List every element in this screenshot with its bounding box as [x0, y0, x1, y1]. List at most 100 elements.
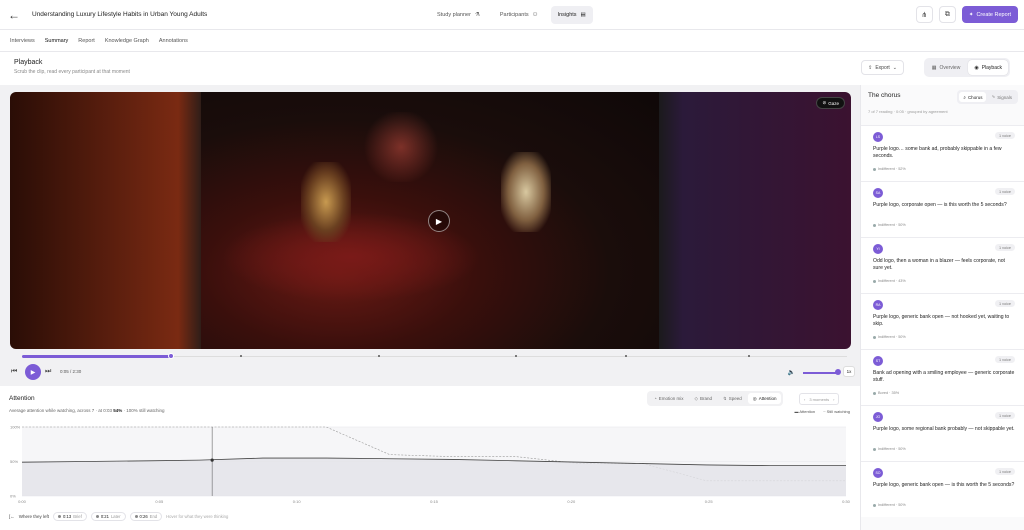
chevron-right-icon[interactable]: ›: [833, 397, 834, 402]
chevron-left-icon[interactable]: ‹: [804, 397, 805, 402]
quote-text: Odd logo, then a woman in a blazer — fee…: [873, 258, 1005, 272]
quote-text: Bank ad opening with a smiling employee …: [873, 370, 1015, 384]
study-title: Understanding Luxury Lifestyle Habits in…: [32, 11, 208, 18]
lens-brand[interactable]: ◇ Brand: [689, 393, 716, 404]
avatar: LS: [873, 132, 883, 142]
chorus-card[interactable]: JO 1 voice Purple logo, some regional bank…: [861, 405, 1024, 461]
sentiment-meta: Indifferent · 43%: [873, 279, 906, 283]
skip-forward-icon[interactable]: ⏭: [45, 368, 51, 376]
scene-light: [361, 112, 441, 182]
legend-attention: ▬ Attention: [794, 409, 816, 414]
volume-icon[interactable]: 🔈: [788, 369, 795, 376]
copy-icon[interactable]: ⧉: [938, 6, 956, 23]
play-button[interactable]: ▶: [25, 364, 41, 380]
dot-icon: [873, 223, 876, 227]
mode-switch: ▦ Overview ◉ Playback: [923, 58, 1010, 77]
sentiment-meta: Bored · 35%: [873, 391, 899, 395]
tab-knowledge-graph[interactable]: Knowledge Graph: [105, 38, 149, 44]
create-report-button[interactable]: ✦ Create Report: [961, 6, 1018, 23]
gaze-toggle[interactable]: ⊘ Gaze: [816, 97, 845, 109]
scrubber[interactable]: [22, 353, 847, 359]
video-player[interactable]: ▶ ⊘ Gaze: [10, 92, 851, 349]
chorus-card[interactable]: LS 1 voice Purple logo… some bank ad, prob…: [861, 125, 1024, 181]
moment-marker[interactable]: [378, 355, 380, 357]
dot-icon: [873, 447, 876, 451]
speed-button[interactable]: 1x: [843, 366, 855, 377]
chorus-card[interactable]: SA 1 voice Purple logo, corporate open — i…: [861, 181, 1024, 237]
moment-marker[interactable]: [515, 355, 517, 357]
voice-badge: 1 voice: [994, 300, 1015, 307]
export-button[interactable]: ⇪ Export ⌄: [861, 60, 904, 75]
avatar: YI: [873, 244, 883, 254]
lens-speed[interactable]: ↯ Speed: [718, 393, 747, 404]
section-header: Playback Scrub the clip, read every part…: [0, 52, 1024, 84]
legend-still-watching: ┄ Still watching: [823, 409, 850, 414]
dot-icon: [58, 515, 62, 518]
sentiment-meta: Indifferent · 50%: [873, 223, 906, 227]
back-arrow-icon[interactable]: ←: [0, 8, 28, 22]
moment-marker[interactable]: [748, 355, 750, 357]
moment-marker[interactable]: [625, 355, 627, 357]
chart-legend: ▬ Attention ┄ Still watching: [794, 409, 850, 414]
volume-slider[interactable]: [803, 372, 839, 374]
lens-emotion-mix[interactable]: ◔ Emotion mix: [649, 393, 688, 404]
quote-text: Purple logo, some regional bank probably…: [873, 426, 1015, 432]
chorus-card[interactable]: RA 1 voice Purple logo, generic bank open …: [861, 293, 1024, 349]
play-overlay-icon[interactable]: ▶: [428, 210, 450, 232]
mode-overview[interactable]: ▦ Overview: [926, 60, 967, 75]
playhead-point: [210, 458, 214, 462]
moments-stepper[interactable]: ‹ 3 moments ›: [799, 393, 840, 405]
sentiment-meta: Indifferent · 50%: [873, 335, 906, 339]
chorus-card[interactable]: SO 1 voice Purple logo, generic bank open …: [861, 461, 1024, 517]
speed-icon: ↯: [722, 395, 727, 401]
exit-pill[interactable]: 0:21 Later: [90, 512, 126, 521]
chorus-card[interactable]: YI 1 voice Odd logo, then a woman in a bla…: [861, 237, 1024, 293]
share-icon[interactable]: ⋔: [915, 6, 933, 23]
lens-attention[interactable]: ◎ Attention: [747, 393, 782, 404]
skip-back-icon[interactable]: ⏮: [11, 368, 17, 376]
x-tick-label: 0:25: [705, 499, 714, 504]
tag-icon: ◇: [694, 395, 698, 401]
exit-icon: [←: [9, 514, 15, 519]
scrubber-handle[interactable]: [167, 353, 174, 359]
toggle-chorus[interactable]: ⌕ Chorus: [959, 92, 987, 102]
nav-study-planner[interactable]: Study planner ⚗: [430, 6, 487, 24]
tab-summary[interactable]: Summary: [45, 38, 69, 44]
quote-text: Purple logo, generic bank open — not hoo…: [873, 314, 1010, 328]
chorus-subtitle: 7 of 7 reading · 0:05 · grouped by agree…: [868, 109, 948, 114]
quote-text: Purple logo… some bank ad, probably skip…: [873, 146, 1002, 160]
flask-icon: ⚗: [474, 12, 480, 18]
voice-badge: 1 voice: [994, 244, 1015, 251]
tab-interviews[interactable]: Interviews: [10, 38, 35, 44]
mode-playback[interactable]: ◉ Playback: [968, 60, 1008, 75]
dot-icon: [95, 515, 99, 518]
attention-chart[interactable]: 100% 50% 0%0:00 0:05 0:10 0:15 0:20 0:25 0:30: [0, 419, 860, 511]
toggle-signals[interactable]: ∿ Signals: [987, 92, 1016, 102]
time-readout: 0:05 / 2:30: [60, 369, 82, 374]
chart-icon: ▤: [580, 12, 586, 18]
emotion-icon: ◔: [654, 396, 657, 401]
main-nav: Study planner ⚗ Participants ⚇ Insights ▤: [430, 6, 593, 24]
voice-badge: 1 voice: [994, 188, 1015, 195]
dot-icon: [134, 515, 138, 518]
sparkle-icon: ✦: [968, 11, 974, 18]
chorus-toggle: ⌕ Chorus ∿ Signals: [957, 90, 1018, 104]
chorus-card[interactable]: ST 1 voice Bank ad opening with a smiling …: [861, 349, 1024, 405]
where-they-left: [← Where they left 0:13 Brief 0:21 Later 0…: [9, 512, 229, 521]
top-bar: ← Understanding Luxury Lifestyle Habits …: [0, 0, 1024, 30]
nav-insights[interactable]: Insights ▤: [550, 6, 593, 24]
play-circle-icon: ◉: [974, 64, 979, 71]
volume-handle[interactable]: [835, 369, 841, 375]
exit-pill[interactable]: 0:26 End: [129, 512, 163, 521]
tab-annotations[interactable]: Annotations: [159, 38, 188, 44]
signal-icon: ∿: [991, 94, 996, 99]
playback-area: ▶ ⊘ Gaze ⏮ ▶ ⏭ 0:05 / 2:30 🔈 1x Attention…: [0, 85, 860, 530]
eye-off-icon: ⊘: [822, 100, 827, 105]
sentiment-meta: Indifferent · 52%: [873, 167, 906, 171]
attention-panel: Attention Average attention while watchi…: [0, 386, 860, 530]
tab-report[interactable]: Report: [78, 38, 95, 44]
nav-participants[interactable]: Participants ⚇: [493, 6, 545, 24]
exit-pill[interactable]: 0:13 Brief: [53, 512, 87, 521]
sentiment-meta: Indifferent · 50%: [873, 503, 906, 507]
moment-marker[interactable]: [240, 355, 242, 357]
